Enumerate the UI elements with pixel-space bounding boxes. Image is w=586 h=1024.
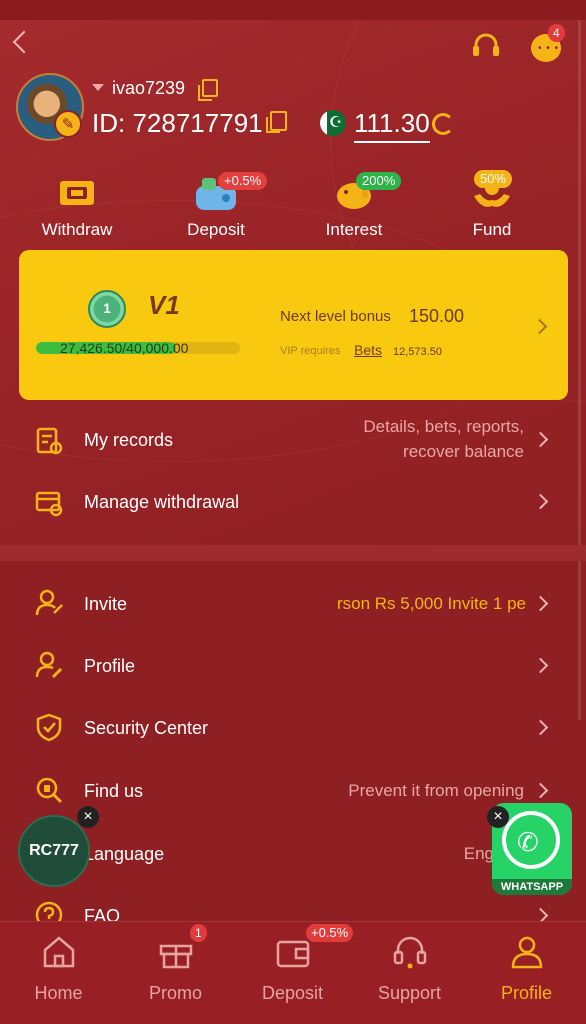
tab-label: Support xyxy=(377,983,442,1003)
vip-requires-value: 12,573.50 xyxy=(393,346,442,358)
tab-label: Home xyxy=(34,983,83,1003)
invite-marquee: rson Rs 5,000 Invite 1 pe xyxy=(336,594,526,613)
chevron-right-icon xyxy=(532,657,549,674)
tab-profile[interactable]: Profile xyxy=(468,922,585,1024)
menu-my-records[interactable]: My records Details, bets, reports, recov… xyxy=(0,410,586,470)
menu-label: FAQ xyxy=(84,906,121,921)
user-id: ID: 728717791 xyxy=(92,108,263,139)
next-level-value: 150.00 xyxy=(409,306,465,326)
headset-icon[interactable] xyxy=(470,30,502,62)
tab-home[interactable]: Home xyxy=(0,922,117,1024)
promo-badge: 1 xyxy=(190,924,207,942)
vip-level: V1 xyxy=(148,290,180,320)
tab-label: Deposit xyxy=(261,983,324,1003)
chevron-right-icon xyxy=(532,907,549,921)
section-divider xyxy=(0,545,586,561)
quick-action-withdraw[interactable]: Withdraw xyxy=(17,172,137,240)
language-value: Eng xyxy=(463,844,494,863)
tab-label: Profile xyxy=(500,983,553,1003)
bottom-tab-bar: Home Promo 1 Deposit +0.5% Support Profi… xyxy=(0,921,586,1024)
close-rc777-icon[interactable]: × xyxy=(77,806,99,828)
username: ivao7239 xyxy=(112,78,186,98)
menu-label: Language xyxy=(84,844,165,864)
chat-badge: 4 xyxy=(548,24,565,42)
whatsapp-label: WHATSAPP xyxy=(492,879,572,895)
records-icon xyxy=(36,427,63,455)
tab-support[interactable]: Support xyxy=(351,922,468,1024)
rc777-logo-text: RC777 xyxy=(29,842,79,859)
vip-medal-number: 1 xyxy=(103,300,111,316)
menu-label: Find us xyxy=(84,781,144,801)
find-us-hint: Prevent it from opening xyxy=(348,781,524,800)
shield-icon xyxy=(36,713,62,742)
status-strip xyxy=(0,0,586,20)
home-icon xyxy=(43,936,74,968)
quick-action-label: Fund xyxy=(472,220,512,239)
rc777-floating-logo[interactable]: RC777 xyxy=(18,815,90,887)
copy-username-icon[interactable] xyxy=(198,79,218,101)
vip-requires-label: VIP requires xyxy=(280,345,341,357)
chevron-right-icon xyxy=(532,431,549,448)
quick-action-label: Deposit xyxy=(187,220,245,239)
close-whatsapp-icon[interactable]: × xyxy=(487,806,509,828)
ticket-icon xyxy=(55,172,99,212)
withdrawal-card-icon xyxy=(35,491,63,517)
chevron-right-icon xyxy=(532,493,549,510)
menu-profile[interactable]: Profile xyxy=(0,636,586,696)
deposit-tab-badge: +0.5% xyxy=(306,924,354,942)
chevron-right-icon xyxy=(532,782,549,799)
wallet-icon xyxy=(276,940,309,968)
invite-user-icon xyxy=(35,589,63,616)
question-icon xyxy=(35,901,63,921)
menu-label: My records xyxy=(84,430,174,450)
balance-value: 111.30 xyxy=(354,108,430,143)
tab-label: Promo xyxy=(148,983,202,1003)
caret-down-icon[interactable] xyxy=(92,84,104,91)
chevron-right-icon xyxy=(532,595,549,612)
profile-edit-icon xyxy=(35,651,63,679)
records-hint-line1: Details, bets, reports, xyxy=(363,417,524,436)
refresh-icon[interactable] xyxy=(432,113,454,135)
user-id-label: ID: xyxy=(92,108,126,138)
copy-id-icon[interactable] xyxy=(266,111,287,133)
menu-label: Manage withdrawal xyxy=(84,492,240,512)
menu-label: Security Center xyxy=(84,718,209,738)
vip-progress-text: 27,426.50/40,000.00 xyxy=(60,340,189,356)
menu-manage-withdrawal[interactable]: Manage withdrawal xyxy=(0,472,586,532)
gift-icon xyxy=(159,944,192,969)
chevron-right-icon xyxy=(532,719,549,736)
quick-action-label: Withdraw xyxy=(41,220,113,239)
menu-invite[interactable]: Invite rson Rs 5,000 Invite 1 pe xyxy=(0,574,586,634)
interest-badge: 200% xyxy=(356,172,402,190)
quick-action-label: Interest xyxy=(325,220,383,239)
vip-medal-icon: 1 xyxy=(88,290,126,328)
deposit-bonus-badge: +0.5% xyxy=(218,172,268,190)
menu-label: Invite xyxy=(84,594,128,614)
records-hint-line2: recover balance xyxy=(403,442,524,461)
edit-icon[interactable]: ✎ xyxy=(54,110,82,138)
pakistan-flag-icon xyxy=(320,110,346,136)
user-id-value: 728717791 xyxy=(132,108,263,138)
fund-badge: 50% xyxy=(474,170,513,188)
headset-icon xyxy=(393,936,426,969)
phone-icon: ✆ xyxy=(517,827,539,857)
menu-security-center[interactable]: Security Center xyxy=(0,698,586,758)
user-icon xyxy=(511,936,542,969)
menu-label: Profile xyxy=(84,656,136,676)
find-us-search-icon xyxy=(36,777,63,804)
bets-link[interactable]: Bets xyxy=(354,342,382,358)
tab-promo[interactable]: Promo xyxy=(117,922,234,1024)
next-level-label: Next level bonus xyxy=(280,308,391,325)
